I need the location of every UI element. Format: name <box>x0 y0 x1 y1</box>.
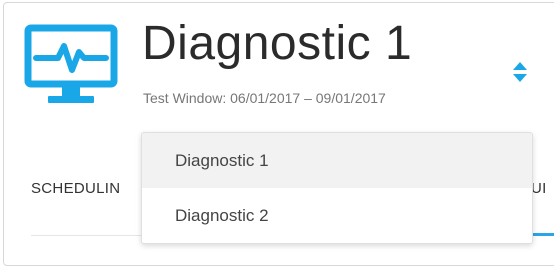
dropdown-option-diagnostic-1[interactable]: Diagnostic 1 <box>142 133 532 188</box>
test-window-text: Test Window: 06/01/2017 – 09/01/2017 <box>143 90 386 106</box>
tab-next[interactable]: UI <box>531 180 547 197</box>
monitor-heartbeat-icon <box>24 24 118 103</box>
sort-up-down-icon[interactable] <box>510 58 530 86</box>
page-title: Diagnostic 1 <box>142 17 413 70</box>
tab-scheduling[interactable]: SCHEDULIN <box>31 180 120 197</box>
diagnostic-dropdown-menu: Diagnostic 1 Diagnostic 2 <box>141 132 533 244</box>
dropdown-option-diagnostic-2[interactable]: Diagnostic 2 <box>142 188 532 243</box>
